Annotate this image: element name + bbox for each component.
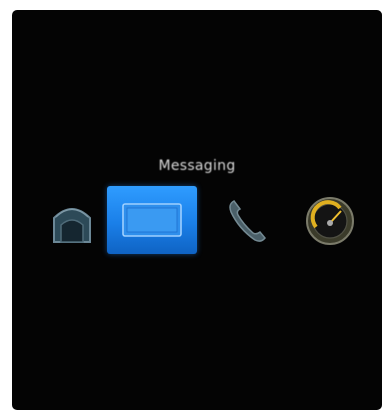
device-screen: Messaging <box>12 10 382 410</box>
app-phone[interactable] <box>208 188 284 254</box>
phone-icon <box>224 196 268 246</box>
home-icon <box>50 198 94 244</box>
messages-icon <box>121 202 183 238</box>
app-messages[interactable] <box>107 186 197 254</box>
app-dashboard[interactable] <box>292 188 368 254</box>
focused-app-label: Messaging <box>158 158 236 174</box>
app-home[interactable] <box>34 188 110 254</box>
speedometer-icon <box>304 195 356 247</box>
